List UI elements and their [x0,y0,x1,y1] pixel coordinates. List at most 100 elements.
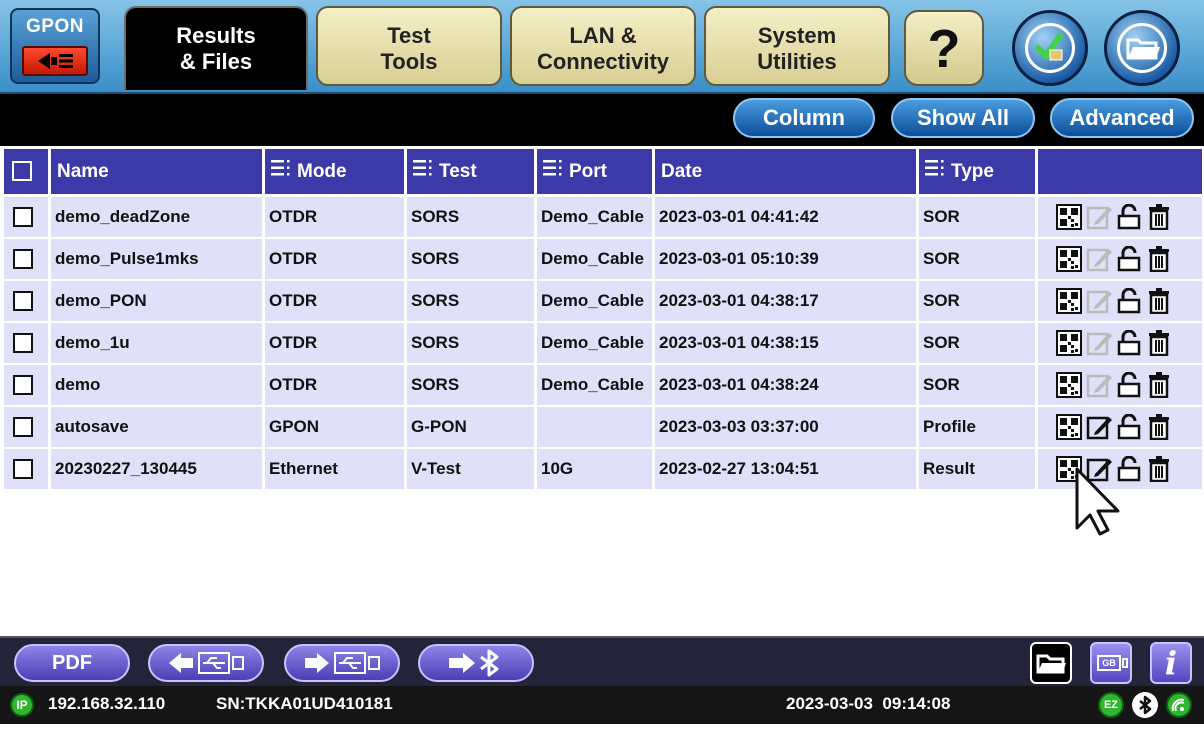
trash-icon[interactable] [1146,414,1172,441]
cell-name: demo_Pulse1mks [51,239,262,279]
cell-mode: OTDR [265,281,404,321]
row-checkbox[interactable] [13,417,33,437]
cell-test: SORS [407,239,534,279]
qr-code-icon[interactable] [1056,288,1082,314]
tab-results-files[interactable]: Results & Files [124,6,308,90]
cell-test: G-PON [407,407,534,447]
ip-address: 192.168.32.110 [48,694,166,713]
row-select-cell [4,239,48,279]
export-to-usb-button[interactable] [284,644,400,682]
pdf-button[interactable]: PDF [14,644,130,682]
select-all-checkbox[interactable] [12,161,32,181]
edit-icon[interactable] [1086,330,1112,356]
unlock-icon[interactable] [1116,371,1142,398]
cell-name: demo_PON [51,281,262,321]
tab-lan-connectivity[interactable]: LAN & Connectivity [510,6,696,86]
file-toolbar: Column Show All Advanced [0,94,1204,146]
bottom-action-bar: PDF GB i [0,636,1204,686]
header-name[interactable]: Name [51,149,262,194]
edit-icon[interactable] [1086,414,1112,440]
help-button[interactable]: ? [904,10,984,86]
export-bluetooth-button[interactable] [418,644,534,682]
cell-date: 2023-03-01 04:41:42 [655,197,916,237]
unlock-icon[interactable] [1116,203,1142,230]
header-mode[interactable]: Mode [265,149,404,194]
file-manager-button[interactable] [1104,10,1180,86]
unlock-icon[interactable] [1116,245,1142,272]
cell-name: autosave [51,407,262,447]
cell-type: Profile [919,407,1035,447]
header-port[interactable]: Port [537,149,652,194]
qr-code-icon[interactable] [1056,204,1082,230]
row-checkbox[interactable] [13,207,33,227]
cell-port: Demo_Cable [537,281,652,321]
table-header-row: Name Mode Test Port Date Type [4,149,1202,194]
qr-code-icon[interactable] [1056,372,1082,398]
row-select-cell [4,323,48,363]
gpon-module-button[interactable]: GPON [10,8,100,84]
row-checkbox[interactable] [13,333,33,353]
row-actions-cell [1038,239,1202,279]
trash-icon[interactable] [1146,330,1172,357]
cell-date: 2023-02-27 13:04:51 [655,449,916,489]
trash-icon[interactable] [1146,204,1172,231]
module-back-icon [22,46,88,76]
folder-view-button[interactable] [1030,642,1072,684]
cell-test: SORS [407,197,534,237]
show-all-button[interactable]: Show All [891,98,1035,138]
table-row[interactable]: demo_Pulse1mks OTDR SORS Demo_Cable 2023-03-… [4,239,1202,279]
edit-icon[interactable] [1086,288,1112,314]
row-actions-cell [1038,323,1202,363]
tab-system-utilities-line2: Utilities [757,49,837,74]
table-row[interactable]: autosave GPON G-PON 2023-03-03 03:37:00 Prof… [4,407,1202,447]
row-actions-cell [1038,365,1202,405]
cell-type: SOR [919,197,1035,237]
row-select-cell [4,407,48,447]
cell-name: demo_1u [51,323,262,363]
trash-icon[interactable] [1146,372,1172,399]
table-row[interactable]: 20230227_130445 Ethernet V-Test 10G 2023-02-… [4,449,1202,489]
edit-icon[interactable] [1086,372,1112,398]
tab-results-files-line2: & Files [179,49,253,74]
test-status-button[interactable] [1012,10,1088,86]
header-date[interactable]: Date [655,149,916,194]
tab-test-tools-line2: Tools [380,49,438,74]
row-checkbox[interactable] [13,291,33,311]
unlock-icon[interactable] [1116,413,1142,440]
cell-port: Demo_Cable [537,239,652,279]
folder-icon [1036,654,1066,674]
row-select-cell [4,281,48,321]
trash-icon[interactable] [1146,456,1172,483]
column-button[interactable]: Column [733,98,875,138]
unlock-icon[interactable] [1116,329,1142,356]
table-row[interactable]: demo_PON OTDR SORS Demo_Cable 2023-03-01 04:… [4,281,1202,321]
bluetooth-icon [1132,692,1158,718]
storage-button[interactable]: GB [1090,642,1132,684]
tab-test-tools[interactable]: Test Tools [316,6,502,86]
table-row[interactable]: demo_1u OTDR SORS Demo_Cable 2023-03-01 04:3… [4,323,1202,363]
header-mode-label: Mode [297,161,347,182]
tab-system-utilities-line1: System [757,23,837,48]
qr-code-icon[interactable] [1056,414,1082,440]
header-type[interactable]: Type [919,149,1035,194]
unlock-icon[interactable] [1116,287,1142,314]
info-button[interactable]: i [1150,642,1192,684]
table-row[interactable]: demo_deadZone OTDR SORS Demo_Cable 2023-03-0… [4,197,1202,237]
tab-system-utilities[interactable]: System Utilities [704,6,890,86]
cell-test: SORS [407,281,534,321]
row-checkbox[interactable] [13,459,33,479]
qr-code-icon[interactable] [1056,246,1082,272]
trash-icon[interactable] [1146,246,1172,273]
import-from-usb-button[interactable] [148,644,264,682]
row-checkbox[interactable] [13,375,33,395]
trash-icon[interactable] [1146,288,1172,315]
header-test[interactable]: Test [407,149,534,194]
ez-remote-icon: EZ [1098,692,1124,718]
qr-code-icon[interactable] [1056,330,1082,356]
edit-icon[interactable] [1086,246,1112,272]
advanced-button[interactable]: Advanced [1050,98,1194,138]
edit-icon[interactable] [1086,204,1112,230]
cell-date: 2023-03-01 04:38:24 [655,365,916,405]
table-row[interactable]: demo OTDR SORS Demo_Cable 2023-03-01 04:38:2… [4,365,1202,405]
row-checkbox[interactable] [13,249,33,269]
